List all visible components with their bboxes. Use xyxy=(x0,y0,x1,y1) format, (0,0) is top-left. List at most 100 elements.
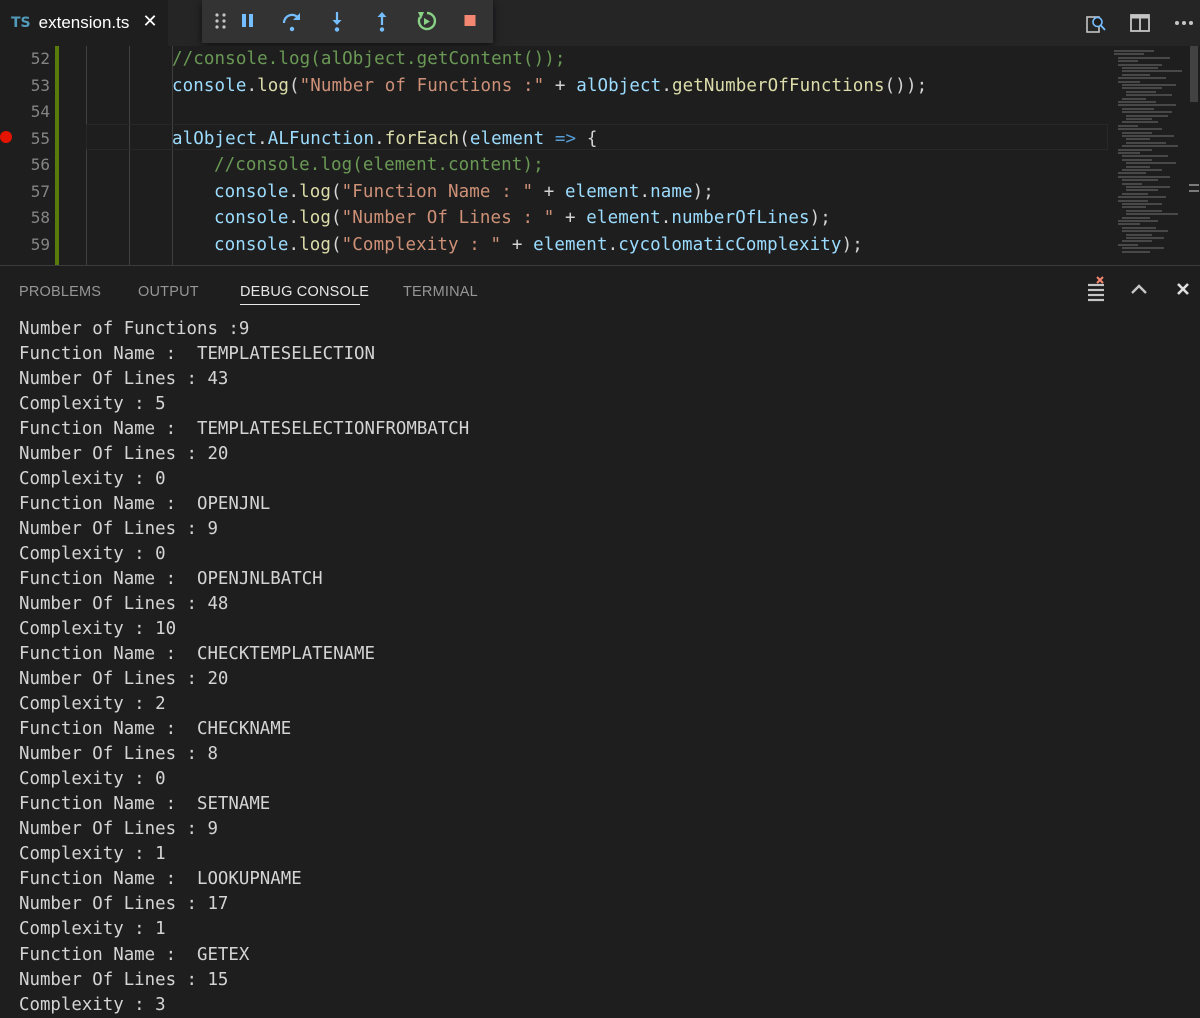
close-panel-icon[interactable] xyxy=(1170,276,1196,302)
code-token: . xyxy=(660,208,672,228)
code-line[interactable]: 54 xyxy=(0,99,1110,125)
tab-output[interactable]: OUTPUT xyxy=(138,266,199,312)
minimap-line xyxy=(1118,63,1162,66)
console-line: Complexity : 0 xyxy=(19,769,166,790)
code-token: . xyxy=(257,128,268,149)
code-token: log xyxy=(299,208,332,228)
code-token: . xyxy=(374,128,385,149)
minimap-line xyxy=(1122,67,1158,69)
step-into-icon[interactable] xyxy=(324,8,350,34)
line-number[interactable]: 52 xyxy=(0,46,50,72)
split-editor-icon[interactable] xyxy=(1128,11,1152,35)
minimap-line xyxy=(1118,196,1166,199)
open-changes-icon[interactable] xyxy=(1084,11,1108,35)
editor-scrollbar[interactable] xyxy=(1188,46,1200,266)
drag-handle-icon[interactable] xyxy=(208,8,234,34)
active-tab-indicator xyxy=(240,304,360,305)
minimap-line xyxy=(1114,53,1144,56)
minimap-line xyxy=(1126,237,1164,239)
minimap-line xyxy=(1126,118,1152,120)
line-number[interactable]: 57 xyxy=(0,179,50,205)
minimap-line xyxy=(1126,141,1166,144)
minimap-line xyxy=(1122,70,1182,73)
line-number[interactable]: 54 xyxy=(0,99,50,125)
minimap-line xyxy=(1126,165,1150,168)
console-line: Complexity : 0 xyxy=(19,544,166,565)
code-token: "Complexity : " xyxy=(341,234,502,255)
code-token: + xyxy=(554,208,587,228)
pause-icon[interactable] xyxy=(235,8,261,34)
code-text: console.log("Function Name : " + element… xyxy=(214,179,714,205)
code-line[interactable]: 58 console.log("Number Of Lines : " + ele… xyxy=(0,205,1110,231)
minimap-line xyxy=(1126,186,1170,188)
code-token: cycolomaticComplexity xyxy=(618,234,842,255)
minimap-line xyxy=(1126,94,1172,97)
code-token: numberOfLines xyxy=(671,208,810,228)
tab-label: extension.ts xyxy=(38,13,130,32)
restart-icon[interactable] xyxy=(413,8,439,34)
minimap-line xyxy=(1122,203,1162,205)
line-number[interactable]: 59 xyxy=(0,232,50,258)
minimap-line xyxy=(1122,155,1168,158)
scrollbar-thumb[interactable] xyxy=(1190,46,1198,102)
minimap-line xyxy=(1122,206,1146,209)
tab-debug-console[interactable]: DEBUG CONSOLE xyxy=(240,266,369,312)
code-line[interactable]: 57 console.log("Function Name : " + eleme… xyxy=(0,179,1110,205)
tab-extension-ts[interactable]: TS extension.ts ✕ xyxy=(0,0,168,46)
more-actions-icon[interactable] xyxy=(1172,11,1196,35)
console-scrollbar[interactable] xyxy=(1188,312,1200,1018)
minimap-line xyxy=(1122,87,1162,90)
code-token: . xyxy=(639,181,651,202)
minimap-line xyxy=(1122,107,1154,110)
scrollbar-marker xyxy=(1189,184,1199,186)
panel-tab-bar: PROBLEMS OUTPUT DEBUG CONSOLE TERMINAL xyxy=(0,266,1200,312)
debug-toolbar xyxy=(202,0,493,43)
minimap-line xyxy=(1126,233,1152,236)
code-token: "Number Of Lines : " xyxy=(341,208,555,228)
maximize-panel-icon[interactable] xyxy=(1126,276,1152,302)
code-token: log xyxy=(299,234,332,255)
line-number[interactable]: 55 xyxy=(0,126,50,152)
minimap-line xyxy=(1126,189,1158,192)
minimap-line xyxy=(1118,199,1148,202)
code-token: . xyxy=(288,181,300,202)
code-line[interactable]: 56 //console.log(element.content); xyxy=(0,152,1110,178)
code-token: element xyxy=(586,208,661,228)
code-token: log xyxy=(257,75,290,96)
minimap-line xyxy=(1122,230,1168,233)
console-line: Complexity : 5 xyxy=(19,394,166,415)
code-token: ( xyxy=(459,128,470,149)
console-line: Number Of Lines : 17 xyxy=(19,894,229,915)
tab-terminal[interactable]: TERMINAL xyxy=(403,266,478,312)
scrollbar-marker xyxy=(1189,190,1199,192)
code-token: alObject xyxy=(576,75,662,96)
code-line[interactable]: 55 alObject.ALFunction.forEach(element =>… xyxy=(0,126,1110,152)
minimap-line xyxy=(1122,192,1148,195)
code-token: "Function Name : " xyxy=(341,181,534,202)
minimap-line xyxy=(1126,209,1162,212)
minimap-line xyxy=(1118,152,1140,154)
line-number[interactable]: 53 xyxy=(0,73,50,99)
code-text: //console.log(element.content); xyxy=(214,152,544,178)
step-out-icon[interactable] xyxy=(369,8,395,34)
code-line[interactable]: 53 console.log("Number of Functions :" + … xyxy=(0,73,1110,99)
code-line[interactable]: 52 //console.log(alObject.getContent()); xyxy=(0,46,1110,72)
minimap-line xyxy=(1122,131,1152,134)
code-editor[interactable]: 52//console.log(alObject.getContent()); 5… xyxy=(0,46,1200,266)
code-token: console xyxy=(214,181,289,202)
stop-icon[interactable] xyxy=(457,8,483,34)
debug-console-output[interactable]: Number of Functions :9 Function Name : TE… xyxy=(0,312,1200,1018)
code-token: //console.log(alObject.getContent()); xyxy=(172,49,566,69)
code-line[interactable]: 59 console.log("Complexity : " + element.… xyxy=(0,232,1110,258)
code-token: { xyxy=(586,128,598,149)
line-number[interactable]: 56 xyxy=(0,152,50,178)
minimap[interactable] xyxy=(1108,46,1188,266)
line-number[interactable]: 58 xyxy=(0,205,50,231)
code-token: console xyxy=(214,234,289,255)
close-tab-icon[interactable]: ✕ xyxy=(140,11,160,33)
clear-console-icon[interactable] xyxy=(1083,276,1109,302)
tab-problems[interactable]: PROBLEMS xyxy=(19,266,101,312)
step-over-icon[interactable] xyxy=(279,8,305,34)
minimap-line xyxy=(1118,220,1158,222)
console-line: Function Name : GETEX xyxy=(19,944,250,965)
